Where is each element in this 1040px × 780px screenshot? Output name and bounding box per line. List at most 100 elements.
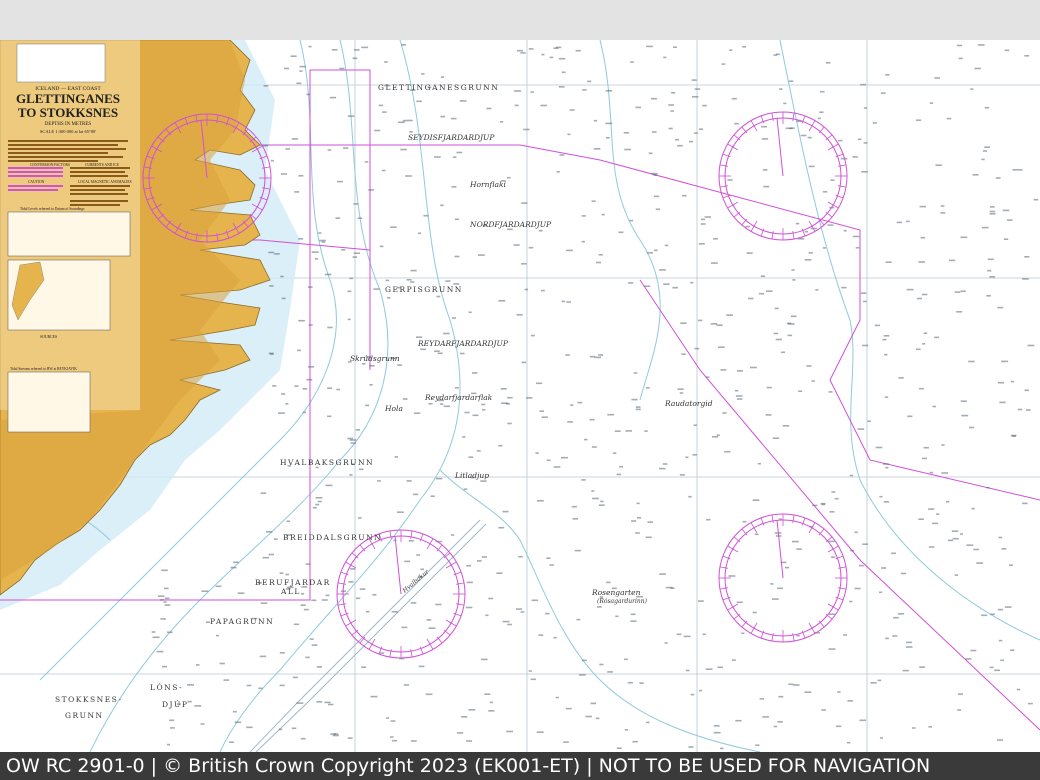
sounding-mark bbox=[598, 354, 604, 356]
sounding-mark bbox=[932, 405, 937, 408]
sounding-mark bbox=[541, 416, 548, 418]
sounding-mark bbox=[514, 90, 522, 92]
sounding-mark bbox=[581, 479, 586, 481]
label-seydisfjardardjup: SEYDISFJARDARDJUP bbox=[408, 133, 495, 142]
sounding-mark bbox=[538, 634, 544, 636]
section-header-caution: CAUTION bbox=[28, 180, 45, 184]
sounding-mark bbox=[169, 719, 175, 722]
sounding-mark bbox=[757, 462, 761, 465]
sounding-mark bbox=[521, 202, 528, 204]
sounding-mark bbox=[536, 500, 544, 502]
sounding-mark bbox=[347, 318, 351, 321]
sounding-mark bbox=[607, 413, 615, 416]
sounding-mark bbox=[922, 457, 927, 460]
sounding-mark bbox=[716, 324, 723, 326]
sounding-mark bbox=[1017, 408, 1023, 411]
sounding-mark bbox=[350, 442, 356, 444]
sounding-mark bbox=[763, 185, 770, 188]
sounding-mark bbox=[878, 591, 883, 594]
sounding-mark bbox=[531, 599, 538, 602]
sounding-mark bbox=[357, 217, 363, 219]
sounding-mark bbox=[750, 366, 757, 369]
sounding-mark bbox=[523, 128, 530, 131]
sounding-mark bbox=[434, 350, 440, 352]
sounding-mark bbox=[854, 531, 858, 534]
sounding-mark bbox=[906, 220, 910, 223]
sounding-mark bbox=[451, 186, 457, 188]
sounding-mark bbox=[742, 520, 747, 523]
sounding-mark bbox=[606, 137, 610, 139]
label-rosengarten-1: Rosengarten bbox=[591, 588, 641, 597]
sounding-mark bbox=[284, 67, 289, 70]
sounding-mark bbox=[787, 322, 792, 325]
sounding-mark bbox=[820, 502, 826, 505]
sounding-mark bbox=[335, 217, 341, 219]
sounding-mark bbox=[406, 119, 413, 122]
sounding-mark bbox=[230, 566, 237, 569]
sounding-mark bbox=[852, 235, 860, 238]
nautical-chart[interactable]: ICELAND — EAST COAST GLETTINGANES TO STO… bbox=[0, 40, 1040, 752]
sounding-mark bbox=[314, 258, 318, 260]
sounding-mark bbox=[394, 456, 399, 458]
sounding-mark bbox=[885, 74, 890, 76]
sounding-mark bbox=[896, 221, 903, 224]
sounding-mark bbox=[507, 176, 511, 179]
label-papagrunn: PAPAGRUNN bbox=[210, 617, 274, 626]
sounding-mark bbox=[358, 468, 364, 471]
sounding-mark bbox=[281, 297, 286, 300]
sounding-mark bbox=[196, 664, 200, 666]
sounding-mark bbox=[312, 506, 317, 509]
sounding-mark bbox=[835, 725, 842, 728]
sounding-mark bbox=[783, 102, 787, 105]
sounding-mark bbox=[934, 77, 940, 79]
sounding-mark bbox=[796, 548, 802, 550]
sounding-mark bbox=[900, 572, 907, 575]
sounding-mark bbox=[843, 229, 847, 232]
sounding-mark bbox=[862, 344, 869, 347]
sounding-mark bbox=[923, 332, 928, 334]
sounding-mark bbox=[514, 104, 519, 107]
sounding-mark bbox=[746, 252, 753, 254]
sounding-mark bbox=[365, 404, 370, 407]
sounding-mark bbox=[676, 633, 682, 636]
sounding-mark bbox=[698, 600, 704, 602]
sounding-mark bbox=[951, 530, 959, 532]
sounding-mark bbox=[215, 585, 222, 588]
sounding-mark bbox=[481, 556, 487, 558]
sounding-mark bbox=[324, 273, 332, 276]
sounding-mark bbox=[308, 366, 314, 368]
sounding-mark bbox=[623, 132, 630, 134]
sounding-mark bbox=[507, 422, 512, 425]
sounding-mark bbox=[957, 709, 962, 711]
sounding-mark bbox=[679, 392, 684, 394]
sounding-mark bbox=[779, 88, 783, 90]
sounding-mark bbox=[465, 606, 473, 609]
sounding-mark bbox=[477, 560, 482, 562]
sounding-mark bbox=[946, 117, 952, 120]
sounding-mark bbox=[352, 57, 358, 60]
sounding-mark bbox=[549, 56, 554, 59]
sounding-mark bbox=[952, 537, 959, 540]
sounding-mark bbox=[404, 560, 411, 563]
label-lonsdjup-1: LÓNS- bbox=[150, 683, 183, 692]
sounding-mark bbox=[700, 223, 706, 225]
sounding-mark bbox=[530, 91, 534, 93]
sounding-mark bbox=[1033, 198, 1039, 201]
sounding-mark bbox=[163, 601, 167, 603]
sounding-mark bbox=[981, 614, 988, 617]
sounding-mark bbox=[997, 608, 1004, 611]
sounding-mark bbox=[285, 403, 289, 405]
sounding-mark bbox=[1003, 238, 1009, 240]
sounding-mark bbox=[902, 669, 909, 672]
sounding-mark bbox=[702, 633, 706, 636]
sounding-mark bbox=[565, 354, 570, 356]
sounding-mark bbox=[798, 390, 803, 392]
sounding-mark bbox=[315, 503, 320, 506]
sounding-mark bbox=[591, 200, 596, 202]
sounding-mark bbox=[965, 658, 972, 660]
sounding-mark bbox=[958, 57, 963, 60]
sounding-mark bbox=[690, 281, 694, 284]
sounding-mark bbox=[410, 602, 417, 604]
sounding-mark bbox=[972, 174, 979, 176]
sounding-mark bbox=[349, 277, 354, 280]
